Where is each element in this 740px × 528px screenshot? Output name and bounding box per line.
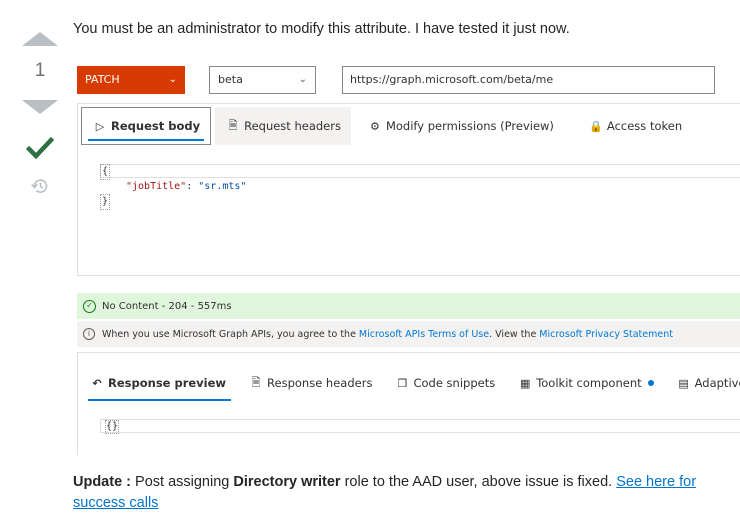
tab-label: Request headers	[244, 119, 341, 133]
terms-bar: i When you use Microsoft Graph APIs, you…	[77, 321, 740, 347]
status-bar: ✓ No Content - 204 - 557ms	[77, 293, 740, 319]
tab-request-headers[interactable]: 🗎 Request headers	[215, 107, 351, 145]
tab-label: Response headers	[267, 376, 373, 390]
tab-request-body[interactable]: ▷ Request body	[81, 107, 212, 145]
tab-label: Modify permissions (Preview)	[385, 119, 554, 133]
chevron-down-icon: ⌄	[298, 74, 307, 85]
response-tabs: ↶ Response preview 🗎 Response headers ❒ …	[78, 365, 740, 401]
answer-update: Update : Post assigning Directory writer…	[73, 472, 733, 514]
tab-label: Toolkit component	[536, 376, 642, 390]
version-select[interactable]: beta ⌄	[209, 66, 316, 94]
code-colon: :	[186, 181, 199, 192]
update-post: role to the AAD user, above issue is fix…	[340, 474, 617, 490]
code-value: "sr.mts"	[198, 181, 247, 192]
tab-label: Request body	[111, 119, 201, 133]
request-body-editor[interactable]: { "jobTitle": "sr.mts" }	[100, 164, 246, 210]
headers-icon: 🗎	[251, 375, 261, 389]
response-body-viewer[interactable]: {}	[100, 419, 740, 434]
vote-count: 1	[34, 60, 46, 81]
tab-label: Response preview	[108, 376, 227, 390]
permissions-icon: ⚙	[370, 119, 380, 133]
status-text: No Content - 204 - 557ms	[102, 300, 232, 312]
tab-access-token[interactable]: 🔒 Access token	[578, 104, 692, 148]
privacy-statement-link[interactable]: Microsoft Privacy Statement	[539, 329, 673, 340]
terms-text: When you use Microsoft Graph APIs, you a…	[102, 328, 356, 340]
send-icon: ▷	[95, 119, 105, 133]
tab-toolkit-component[interactable]: ▦ Toolkit component	[506, 365, 664, 401]
update-role: Directory writer	[233, 474, 341, 490]
code-brace: }	[100, 194, 111, 210]
history-icon[interactable]	[30, 176, 50, 196]
update-pre: Post assigning	[131, 474, 234, 490]
tab-label: Adaptive cards	[694, 376, 740, 390]
info-icon: i	[83, 328, 95, 340]
request-tabs: ▷ Request body 🗎 Request headers ⚙ Modif…	[78, 104, 692, 148]
code-brace: {	[100, 164, 111, 180]
graph-explorer-screenshot: PATCH ⌄ beta ⌄ https://graph.microsoft.c…	[73, 60, 740, 455]
tab-label: Access token	[606, 119, 683, 133]
tab-response-preview[interactable]: ↶ Response preview	[78, 365, 237, 401]
accepted-check-icon	[26, 136, 54, 160]
code-key: "jobTitle"	[126, 181, 187, 192]
upvote-arrow-icon[interactable]	[22, 32, 58, 46]
headers-icon: 🗎	[228, 118, 238, 132]
toolkit-icon: ▦	[520, 376, 531, 390]
method-value: PATCH	[85, 73, 120, 86]
undo-icon: ↶	[92, 376, 102, 390]
check-circle-icon: ✓	[83, 299, 96, 313]
url-input[interactable]: https://graph.microsoft.com/beta/me	[342, 66, 715, 94]
card-icon: ▤	[678, 376, 689, 390]
update-label: Update :	[73, 474, 131, 490]
response-body: {}	[105, 420, 120, 434]
request-panel: ▷ Request body 🗎 Request headers ⚙ Modif…	[77, 103, 740, 276]
method-select[interactable]: PATCH ⌄	[77, 66, 185, 94]
version-value: beta	[218, 73, 243, 86]
chevron-down-icon: ⌄	[168, 74, 177, 85]
terms-of-use-link[interactable]: Microsoft APIs Terms of Use	[359, 329, 489, 340]
downvote-arrow-icon[interactable]	[22, 100, 58, 114]
tab-modify-permissions[interactable]: ⚙ Modify permissions (Preview)	[357, 104, 564, 148]
tab-code-snippets[interactable]: ❒ Code snippets	[383, 365, 506, 401]
tab-adaptive-cards[interactable]: ▤ Adaptive cards	[665, 365, 740, 401]
response-panel: ↶ Response preview 🗎 Response headers ❒ …	[77, 352, 740, 455]
lock-icon: 🔒	[589, 119, 603, 133]
terms-mid-text: . View the	[489, 328, 537, 340]
code-icon: ❒	[397, 376, 408, 390]
answer-intro: You must be an administrator to modify t…	[73, 21, 570, 37]
new-indicator-icon	[647, 380, 654, 386]
tab-response-headers[interactable]: 🗎 Response headers	[237, 365, 383, 401]
tab-label: Code snippets	[413, 376, 496, 390]
